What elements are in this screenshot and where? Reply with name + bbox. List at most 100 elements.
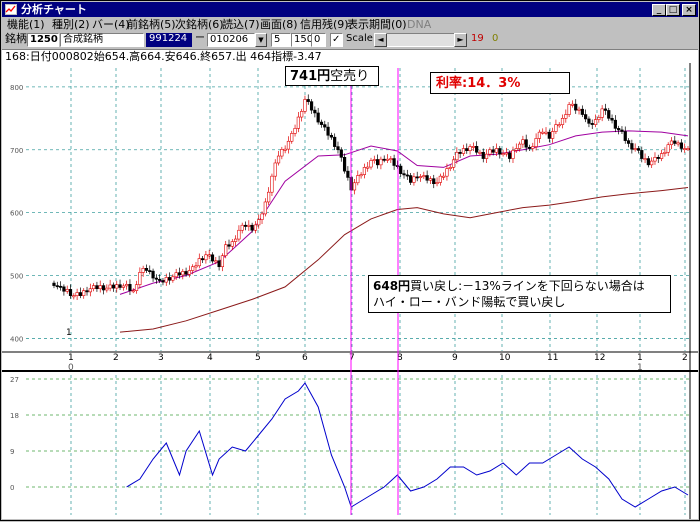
scroll-track[interactable]	[387, 33, 454, 47]
indicator-tick-label: 18	[10, 412, 19, 420]
candle-up	[194, 265, 198, 268]
start-date-field[interactable]: 991224	[146, 33, 192, 47]
candle-up	[385, 158, 390, 161]
menu-item-next-stock[interactable]: 次銘柄(6)	[175, 17, 224, 32]
sell-text: 空売り	[330, 69, 370, 84]
chart-pane[interactable]: 800 700 600 500 400 1 2 3 4 5 6 7 8 9 10 11 12 1 2 0 1 27 18 9 0…	[2, 63, 698, 519]
menu-item-load[interactable]: 読込(7)	[222, 17, 260, 32]
candle-up	[683, 148, 687, 150]
price-tick-label: 400	[10, 335, 23, 343]
close-button[interactable]: ×	[682, 4, 696, 16]
candle-up	[352, 182, 357, 191]
candle-up	[303, 99, 307, 112]
candle-down	[313, 109, 317, 114]
candle-down	[610, 118, 614, 121]
candle-down	[481, 151, 485, 159]
candle-up	[666, 144, 670, 153]
candle-up	[230, 241, 234, 247]
candle-down	[319, 121, 324, 125]
candle-up	[428, 178, 433, 181]
menu-item-period[interactable]: 表示期間(0)	[347, 17, 407, 32]
toolbar: 銘柄 1250 合成銘柄 991224 ー 010206 ▼ 5 1500 0 …	[2, 32, 698, 49]
end-date-field[interactable]: 010206	[207, 33, 255, 47]
menu-item-function[interactable]: 機能(1)	[7, 17, 45, 32]
candle-up	[494, 148, 499, 153]
candle-down	[376, 159, 380, 166]
profit-value: 14．3%	[467, 76, 521, 91]
menu-item-type[interactable]: 種別(2)	[52, 17, 90, 32]
candle-down	[475, 145, 479, 153]
candle-up	[531, 146, 535, 149]
candle-down	[210, 254, 215, 262]
field-c[interactable]: 0	[311, 33, 326, 47]
menu-item-margin[interactable]: 信用残(9)	[300, 17, 349, 32]
candle-down	[574, 103, 578, 111]
candle-up	[435, 182, 439, 185]
title-bar[interactable]: 分析チャート _ □ ×	[2, 2, 698, 17]
candle-down	[62, 286, 66, 292]
candle-up	[280, 149, 284, 157]
candle-up	[577, 108, 581, 111]
candle-up	[541, 131, 545, 134]
candle-down	[148, 270, 152, 273]
price-tick-label: 500	[10, 273, 23, 281]
candle-up	[75, 292, 79, 296]
candle-up	[669, 140, 674, 146]
candle-down	[673, 140, 677, 144]
candle-down	[432, 178, 436, 185]
candle-up	[286, 140, 291, 150]
year-mark: 0	[68, 363, 74, 373]
candle-up	[471, 145, 475, 148]
candle-down	[399, 165, 403, 174]
end-date-dropdown-button[interactable]: ▼	[255, 33, 267, 47]
minimize-button[interactable]: _	[652, 4, 666, 16]
candle-up	[593, 119, 598, 125]
candle-up	[468, 146, 472, 151]
chevron-down-icon: ▼	[258, 36, 264, 44]
start-marker: 1	[66, 328, 72, 338]
candle-down	[161, 280, 165, 283]
field-a[interactable]: 5	[271, 33, 291, 47]
x-tick-label: 11	[547, 353, 558, 363]
candle-down	[250, 224, 254, 231]
candle-up	[461, 148, 466, 154]
candle-down	[603, 108, 608, 111]
menu-item-screen[interactable]: 画面(8)	[260, 17, 298, 32]
candle-up	[438, 175, 442, 183]
candle-down	[626, 140, 631, 144]
candle-up	[557, 124, 561, 127]
scroll-right-button[interactable]: ►	[454, 33, 467, 47]
sell-annotation: 741円空売り	[285, 66, 379, 86]
candle-up	[237, 229, 241, 240]
year-mark: 1	[637, 363, 643, 373]
x-tick-label: 2	[682, 353, 688, 363]
candle-up	[240, 224, 244, 231]
candle-up	[534, 138, 538, 147]
candle-down	[458, 151, 462, 154]
menu-item-prev-stock[interactable]: 前銘柄(5)	[127, 17, 176, 32]
candle-down	[342, 157, 347, 172]
candle-up	[633, 148, 637, 150]
stock-name-field[interactable]: 合成銘柄	[60, 33, 144, 47]
candle-up	[379, 158, 383, 166]
maximize-button[interactable]: □	[666, 4, 680, 16]
window-title: 分析チャート	[21, 3, 87, 16]
candle-down	[306, 99, 310, 102]
candle-up	[273, 162, 277, 177]
candle-up	[115, 284, 119, 289]
candle-down	[425, 175, 429, 181]
candle-up	[488, 149, 492, 155]
menu-item-dna[interactable]: DNA	[407, 17, 431, 32]
x-tick-label: 10	[499, 353, 511, 363]
stock-code-field[interactable]: 1250	[27, 33, 59, 47]
candle-up	[551, 131, 555, 139]
candle-down	[382, 158, 386, 161]
sell-price: 741円	[290, 69, 331, 84]
scale-checkbox[interactable]: ✓	[330, 33, 343, 47]
scroll-left-button[interactable]: ◄	[374, 33, 387, 47]
candle-down	[167, 277, 172, 281]
candle-up	[597, 117, 601, 120]
menu-item-bar[interactable]: バー(4)	[92, 17, 130, 32]
field-b[interactable]: 1500	[291, 33, 319, 47]
candle-up	[504, 152, 508, 155]
